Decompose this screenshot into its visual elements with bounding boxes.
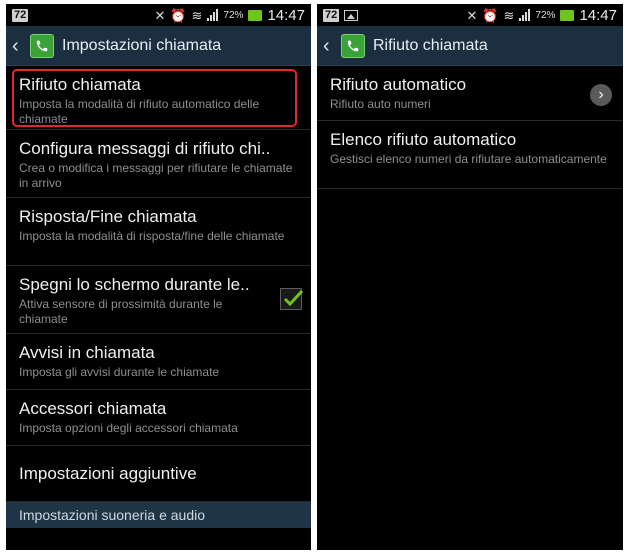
image-notification-icon	[344, 9, 359, 21]
page-title: Rifiuto chiamata	[373, 36, 488, 54]
notification-badge: 72	[323, 8, 340, 22]
setting-item-rifiuto-chiamata[interactable]: Rifiuto chiamata Imposta la modalità di …	[6, 66, 311, 130]
highlight-frame	[12, 69, 297, 127]
alarm-icon: ⏰	[170, 7, 187, 23]
status-bar: 72 ✕ ⏰ ≋ 72% 14:47	[317, 4, 623, 26]
left-screen: 72 ✕ ⏰ ≋ 72% 14:47 ‹ Impostazioni chiama…	[6, 4, 311, 550]
mute-icon: ✕	[154, 7, 166, 23]
item-subtitle: Imposta la modalità di risposta/fine del…	[19, 229, 285, 243]
setting-item-avvisi[interactable]: Avvisi in chiamata Imposta gli avvisi du…	[6, 334, 311, 390]
signal-icon	[207, 9, 219, 21]
item-subtitle: Imposta gli avvisi durante le chiamate	[19, 365, 220, 379]
battery-icon	[560, 9, 575, 21]
wifi-icon: ≋	[191, 7, 203, 23]
setting-item-impostazioni-aggiuntive[interactable]: Impostazioni aggiuntive	[6, 446, 311, 502]
page-title: Impostazioni chiamata	[62, 36, 222, 54]
right-screen: 72 ✕ ⏰ ≋ 72% 14:47 ‹ Rifiuto chiamata Ri…	[317, 4, 623, 550]
wifi-icon: ≋	[503, 7, 515, 23]
item-title: Accessori chiamata	[19, 399, 167, 418]
alarm-icon: ⏰	[482, 7, 499, 23]
item-subtitle: Imposta opzioni degli accessori chiamata	[19, 421, 238, 435]
battery-percent: 72%	[223, 9, 244, 21]
setting-item-accessori[interactable]: Accessori chiamata Imposta opzioni degli…	[6, 390, 311, 446]
chevron-right-icon: ›	[590, 84, 612, 106]
item-subtitle: Rifiuto auto numeri	[330, 97, 431, 111]
clock: 14:47	[267, 6, 305, 24]
notification-badge: 72	[12, 8, 29, 22]
item-title: Elenco rifiuto automatico	[330, 130, 517, 149]
item-subtitle: Attiva sensore di prossimità durante le …	[19, 297, 223, 326]
action-bar: ‹ Rifiuto chiamata	[317, 26, 623, 66]
item-title: Avvisi in chiamata	[19, 343, 155, 362]
item-title: Spegni lo schermo durante le..	[19, 275, 250, 294]
phone-app-icon[interactable]	[30, 33, 54, 58]
item-title: Configura messaggi di rifiuto chi..	[19, 139, 271, 158]
action-bar: ‹ Impostazioni chiamata	[6, 26, 311, 66]
clock: 14:47	[579, 6, 617, 24]
setting-item-rifiuto-automatico[interactable]: Rifiuto automatico Rifiuto auto numeri ›	[317, 66, 623, 121]
phone-app-icon[interactable]	[341, 33, 365, 58]
back-icon[interactable]: ‹	[12, 36, 26, 56]
status-bar: 72 ✕ ⏰ ≋ 72% 14:47	[6, 4, 311, 26]
battery-percent: 72%	[535, 9, 556, 21]
back-icon[interactable]: ‹	[323, 36, 337, 56]
item-subtitle: Crea o modifica i messaggi per rifiutare…	[19, 161, 293, 190]
setting-item-configura-messaggi[interactable]: Configura messaggi di rifiuto chi.. Crea…	[6, 130, 311, 198]
checkmark-icon	[283, 289, 304, 307]
setting-item-spegni-schermo[interactable]: Spegni lo schermo durante le.. Attiva se…	[6, 266, 311, 334]
item-subtitle: Gestisci elenco numeri da rifiutare auto…	[330, 152, 607, 166]
setting-item-risposta-fine[interactable]: Risposta/Fine chiamata Imposta la modali…	[6, 198, 311, 266]
item-title: Impostazioni aggiuntive	[19, 464, 197, 483]
setting-item-elenco-rifiuto[interactable]: Elenco rifiuto automatico Gestisci elenc…	[317, 121, 623, 189]
item-title: Rifiuto automatico	[330, 75, 467, 94]
mute-icon: ✕	[466, 7, 478, 23]
section-header: Impostazioni suoneria e audio	[6, 502, 311, 528]
proximity-checkbox[interactable]	[280, 288, 304, 310]
battery-icon	[248, 9, 263, 21]
signal-icon	[519, 9, 531, 21]
item-title: Risposta/Fine chiamata	[19, 207, 197, 226]
